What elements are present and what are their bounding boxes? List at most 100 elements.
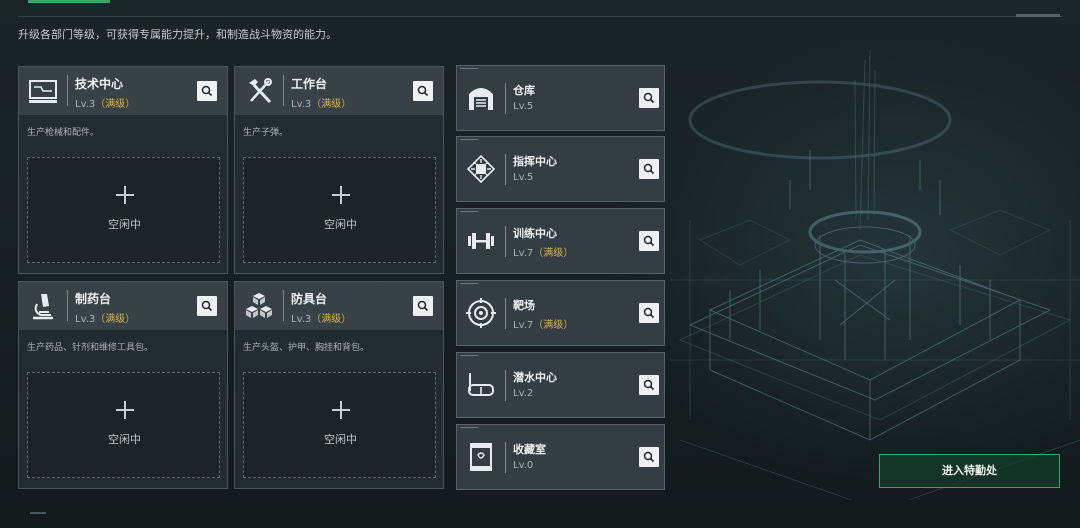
search-button[interactable]	[639, 88, 659, 108]
active-tab-indicator	[28, 0, 110, 3]
facility-name: 训练中心	[513, 227, 557, 240]
search-button[interactable]	[639, 231, 659, 251]
search-button[interactable]	[413, 296, 433, 316]
facility-row-collection-room[interactable]: 收藏室 Lv.0	[456, 424, 665, 490]
plus-icon	[116, 186, 134, 204]
header-separator	[283, 75, 284, 106]
facility-name: 指挥中心	[513, 155, 557, 168]
card-subtitle: 生产头盔、护甲、胸挂和背包。	[243, 343, 370, 353]
magnifier-icon	[201, 300, 213, 312]
search-button[interactable]	[197, 81, 217, 101]
slot-status: 空闲中	[324, 218, 357, 231]
computer-icon	[29, 80, 57, 103]
facility-level: Lv.5	[513, 172, 534, 183]
magnifier-icon	[643, 163, 655, 175]
facility-row-diving-center[interactable]: 潜水中心 Lv.2	[456, 352, 665, 418]
display-case-icon	[470, 443, 492, 471]
card-subtitle: 生产枪械和配件。	[27, 128, 100, 138]
magnifier-icon	[643, 307, 655, 319]
hammer-wrench-icon	[249, 78, 272, 104]
module-card-tech-center[interactable]: 技术中心 Lv.3（满级） 生产枪械和配件。 空闲中	[18, 66, 228, 274]
magnifier-icon	[643, 379, 655, 391]
card-subtitle: 生产药品、针剂和维修工具包。	[27, 343, 154, 353]
magnifier-icon	[643, 92, 655, 104]
base-illustration	[670, 49, 1080, 500]
slot-status: 空闲中	[108, 218, 141, 231]
card-header: 技术中心 Lv.3（满级）	[19, 67, 227, 115]
magnifier-icon	[417, 300, 429, 312]
search-button[interactable]	[639, 375, 659, 395]
magnifier-icon	[643, 235, 655, 247]
corner-mark	[460, 427, 478, 428]
facility-row-training-center[interactable]: 训练中心 Lv.7（满级）	[456, 208, 665, 274]
card-header: 制药台 Lv.3（满级）	[19, 282, 227, 330]
header-divider-end	[1016, 14, 1060, 17]
card-level: Lv.3（满级）	[291, 99, 352, 110]
row-separator	[505, 83, 506, 114]
card-header: 工作台 Lv.3（满级）	[235, 67, 443, 115]
search-button[interactable]	[197, 296, 217, 316]
row-separator	[505, 298, 506, 329]
facility-name: 仓库	[513, 84, 535, 97]
dumbbell-icon	[468, 233, 494, 249]
production-slot[interactable]: 空闲中	[243, 157, 436, 263]
facility-level: Lv.5	[513, 101, 534, 112]
card-subtitle: 生产子弹。	[243, 128, 289, 138]
corner-mark	[460, 68, 478, 69]
header-divider	[18, 16, 1062, 17]
enter-special-ops-button[interactable]: 进入特勤处	[879, 454, 1060, 488]
module-card-pharmacy[interactable]: 制药台 Lv.3（满级） 生产药品、针剂和维修工具包。 空闲中	[18, 281, 228, 489]
base-screen: 升级各部门等级，可获得专属能力提升，和制造战斗物资的能力。 技术中心 Lv.3（…	[0, 0, 1080, 528]
facility-level: Lv.7（满级）	[513, 320, 574, 331]
plus-icon	[332, 186, 350, 204]
production-slot[interactable]: 空闲中	[27, 157, 220, 263]
target-icon	[466, 298, 496, 328]
facility-level: Lv.7（满级）	[513, 248, 574, 259]
search-button[interactable]	[413, 81, 433, 101]
facility-row-shooting-range[interactable]: 靶场 Lv.7（满级）	[456, 280, 665, 346]
plus-icon	[332, 401, 350, 419]
card-level: Lv.3（满级）	[75, 314, 136, 325]
card-title: 防具台	[291, 292, 328, 306]
card-title: 制药台	[75, 292, 112, 306]
facility-row-command-center[interactable]: 指挥中心 Lv.5	[456, 136, 665, 202]
production-slot[interactable]: 空闲中	[243, 372, 436, 478]
slot-status: 空闲中	[324, 433, 357, 446]
row-separator	[505, 226, 506, 257]
facility-name: 靶场	[513, 299, 535, 312]
chip-icon	[466, 154, 496, 184]
row-separator	[505, 442, 506, 473]
corner-mark	[460, 139, 478, 140]
card-title: 工作台	[291, 77, 328, 91]
corner-mark	[460, 283, 478, 284]
card-level: Lv.3（满级）	[75, 99, 136, 110]
magnifier-icon	[417, 85, 429, 97]
search-button[interactable]	[639, 159, 659, 179]
search-button[interactable]	[639, 447, 659, 467]
search-button[interactable]	[639, 303, 659, 323]
header-separator	[283, 290, 284, 321]
warehouse-icon	[469, 88, 493, 110]
plus-icon	[116, 401, 134, 419]
facility-level: Lv.2	[513, 388, 534, 399]
module-card-workbench[interactable]: 工作台 Lv.3（满级） 生产子弹。 空闲中	[234, 66, 444, 274]
module-card-armor-bench[interactable]: 防具台 Lv.3（满级） 生产头盔、护甲、胸挂和背包。 空闲中	[234, 281, 444, 489]
page-description: 升级各部门等级，可获得专属能力提升，和制造战斗物资的能力。	[18, 28, 337, 41]
microscope-icon	[33, 294, 53, 320]
facility-name: 潜水中心	[513, 371, 557, 384]
card-title: 技术中心	[75, 77, 124, 91]
facility-row-warehouse[interactable]: 仓库 Lv.5	[456, 65, 665, 131]
corner-mark	[460, 211, 478, 212]
diving-mask-icon	[468, 373, 494, 396]
production-slot[interactable]: 空闲中	[27, 372, 220, 478]
header-separator	[67, 75, 68, 106]
header-separator	[67, 290, 68, 321]
slot-status: 空闲中	[108, 433, 141, 446]
row-separator	[505, 370, 506, 401]
corner-mark	[460, 355, 478, 356]
facility-level: Lv.0	[513, 460, 534, 471]
magnifier-icon	[643, 451, 655, 463]
bottom-decoration	[30, 512, 46, 514]
row-separator	[505, 154, 506, 185]
facility-name: 收藏室	[513, 443, 546, 456]
